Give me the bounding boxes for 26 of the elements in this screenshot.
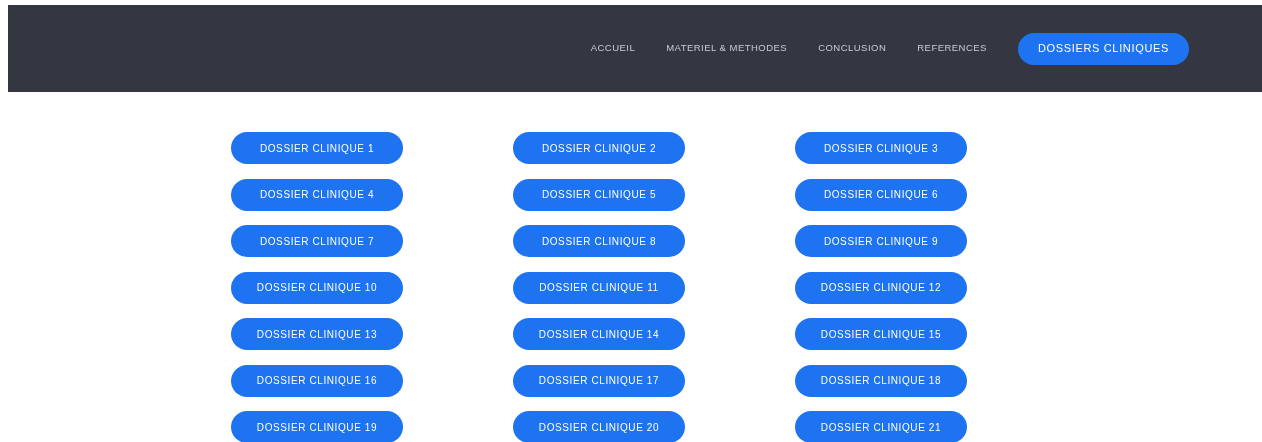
dossier-button[interactable]: DOSSIER CLINIQUE 9 (795, 225, 967, 257)
dossier-button[interactable]: DOSSIER CLINIQUE 19 (231, 411, 403, 442)
nav-link[interactable]: MATERIEL & METHODES (666, 41, 788, 56)
dossier-button[interactable]: DOSSIER CLINIQUE 18 (795, 364, 967, 397)
dossier-button[interactable]: DOSSIER CLINIQUE 4 (231, 178, 403, 211)
dossier-button[interactable]: DOSSIER CLINIQUE 1 (231, 132, 403, 164)
dossier-button[interactable]: DOSSIER CLINIQUE 8 (513, 225, 685, 257)
dossier-button[interactable]: DOSSIER CLINIQUE 10 (231, 271, 403, 304)
dossier-button[interactable]: DOSSIER CLINIQUE 3 (795, 132, 967, 164)
dossier-button[interactable]: DOSSIER CLINIQUE 16 (231, 364, 403, 397)
nav-link[interactable]: REFERENCES (917, 41, 987, 56)
dossier-button[interactable]: DOSSIER CLINIQUE 5 (513, 178, 685, 211)
nav-link[interactable]: CONCLUSION (818, 41, 887, 56)
dossier-button[interactable]: DOSSIER CLINIQUE 6 (795, 178, 967, 211)
nav-link[interactable]: ACCUEIL (590, 41, 636, 56)
dossier-button[interactable]: DOSSIER CLINIQUE 7 (231, 225, 403, 257)
dossier-button[interactable]: DOSSIER CLINIQUE 12 (795, 271, 967, 304)
dossier-button[interactable]: DOSSIER CLINIQUE 14 (513, 318, 685, 350)
dossier-button[interactable]: DOSSIER CLINIQUE 20 (513, 411, 685, 442)
nav-link[interactable]: DOSSIERS CLINIQUES (1017, 32, 1189, 65)
dossier-button[interactable]: DOSSIER CLINIQUE 13 (231, 318, 403, 350)
dossier-button[interactable]: DOSSIER CLINIQUE 2 (513, 132, 685, 164)
dossier-button[interactable]: DOSSIER CLINIQUE 21 (795, 411, 967, 442)
dossier-button[interactable]: DOSSIER CLINIQUE 17 (513, 364, 685, 397)
dossier-button[interactable]: DOSSIER CLINIQUE 15 (795, 318, 967, 350)
dossier-button[interactable]: DOSSIER CLINIQUE 11 (513, 271, 685, 304)
